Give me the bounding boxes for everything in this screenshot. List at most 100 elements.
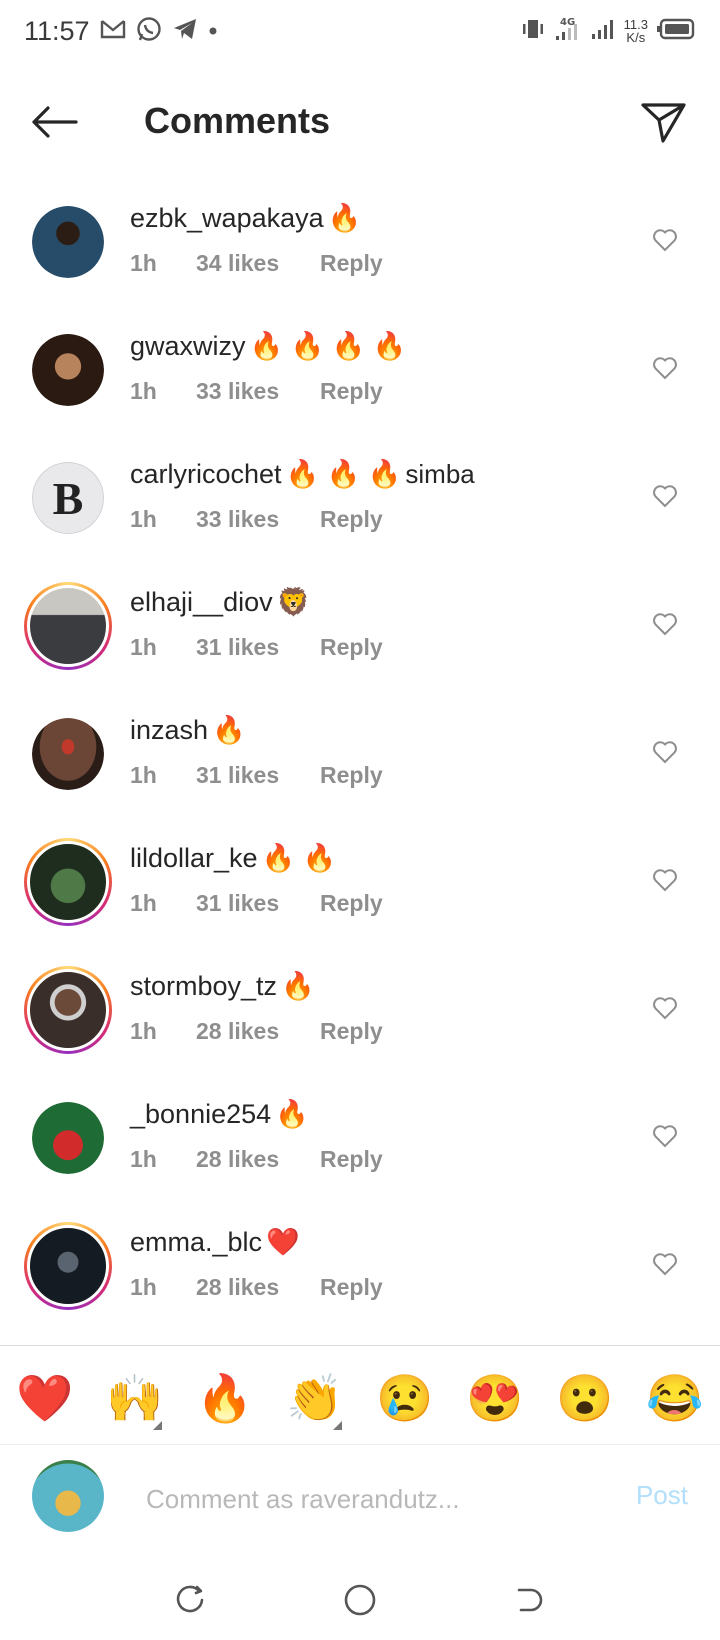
- emoji-fire-button[interactable]: 🔥: [190, 1371, 260, 1426]
- username[interactable]: lildollar_ke: [130, 843, 258, 874]
- avatar-story-ring[interactable]: [24, 966, 112, 1054]
- arrow-left-icon: [32, 106, 78, 138]
- share-button[interactable]: [638, 96, 690, 148]
- reply-button[interactable]: Reply: [320, 378, 383, 405]
- comment-likes[interactable]: 28 likes: [196, 1018, 320, 1045]
- emoji-raised-hands-button[interactable]: 🙌: [100, 1371, 170, 1430]
- comment-emoji: 🔥 🔥: [261, 843, 337, 873]
- username[interactable]: stormboy_tz: [130, 971, 277, 1002]
- comment-line: ezbk_wapakaya 🔥: [130, 202, 383, 234]
- heart-icon[interactable]: [652, 356, 678, 380]
- avatar-image: [27, 841, 109, 923]
- avatar[interactable]: [32, 206, 104, 278]
- comment-meta: 1h 31 likes Reply: [130, 890, 383, 917]
- reply-button[interactable]: Reply: [320, 762, 383, 789]
- reply-button[interactable]: Reply: [320, 1018, 383, 1045]
- emoji-clap-glyph: 👏: [286, 1371, 344, 1424]
- avatar[interactable]: [32, 334, 104, 406]
- system-icons: 4G 11.3 K/s: [520, 16, 696, 45]
- username[interactable]: carlyricochet: [130, 459, 282, 490]
- emoji-clap-button[interactable]: 👏: [280, 1371, 350, 1430]
- emoji-crying-button[interactable]: 😢: [370, 1371, 440, 1426]
- avatar-story-ring[interactable]: [24, 582, 112, 670]
- username[interactable]: elhaji__diov: [130, 587, 273, 618]
- comment-body: gwaxwizy 🔥 🔥 🔥 🔥 1h 33 likes Reply: [130, 330, 411, 405]
- comment-meta: 1h 34 likes Reply: [130, 250, 383, 277]
- username[interactable]: ezbk_wapakaya: [130, 203, 324, 234]
- comment-time: 1h: [130, 378, 157, 404]
- battery-icon: [656, 18, 696, 43]
- username[interactable]: emma._blc: [130, 1227, 262, 1258]
- back-button[interactable]: [28, 102, 80, 142]
- emoji-surprised-button[interactable]: 😮: [550, 1371, 620, 1426]
- heart-icon[interactable]: [652, 868, 678, 892]
- comment-item: emma._blc ❤️ 1h 28 likes Reply: [0, 1204, 720, 1332]
- avatar-image: [32, 1102, 104, 1174]
- post-button[interactable]: Post: [636, 1480, 688, 1511]
- current-user-avatar: [32, 1460, 104, 1532]
- username[interactable]: inzash: [130, 715, 208, 746]
- comment-time: 1h: [130, 250, 157, 276]
- avatar[interactable]: [32, 1102, 104, 1174]
- comment-line: stormboy_tz 🔥: [130, 970, 383, 1002]
- username[interactable]: _bonnie254: [130, 1099, 271, 1130]
- username[interactable]: gwaxwizy: [130, 331, 246, 362]
- heart-icon[interactable]: [652, 996, 678, 1020]
- emoji-heart-eyes-button[interactable]: 😍: [460, 1371, 530, 1426]
- comment-time: 1h: [130, 1146, 157, 1172]
- emoji-laughing-button[interactable]: 😂: [640, 1371, 710, 1426]
- system-nav-bar: [0, 1560, 720, 1640]
- comment-time: 1h: [130, 634, 157, 660]
- heart-icon[interactable]: [652, 228, 678, 252]
- comment-likes[interactable]: 31 likes: [196, 634, 320, 661]
- gmail-icon: [100, 19, 126, 44]
- reply-button[interactable]: Reply: [320, 890, 383, 917]
- avatar[interactable]: B: [32, 462, 104, 534]
- emoji-heart-button[interactable]: ❤️: [10, 1371, 80, 1426]
- avatar-story-ring[interactable]: [24, 1222, 112, 1310]
- heart-icon[interactable]: [652, 1252, 678, 1276]
- comment-emoji: 🦁: [276, 587, 311, 617]
- comment-line: inzash 🔥: [130, 714, 383, 746]
- avatar[interactable]: [32, 718, 104, 790]
- comment-likes[interactable]: 34 likes: [196, 250, 320, 277]
- avatar-image: B: [32, 462, 104, 534]
- heart-icon[interactable]: [652, 1124, 678, 1148]
- comment-likes[interactable]: 33 likes: [196, 378, 320, 405]
- reply-button[interactable]: Reply: [320, 634, 383, 661]
- reply-button[interactable]: Reply: [320, 250, 383, 277]
- reply-button[interactable]: Reply: [320, 506, 383, 533]
- heart-icon[interactable]: [652, 612, 678, 636]
- comment-likes[interactable]: 33 likes: [196, 506, 320, 533]
- comment-likes[interactable]: 31 likes: [196, 762, 320, 789]
- comment-line: _bonnie254 🔥: [130, 1098, 383, 1130]
- home-button[interactable]: [340, 1580, 380, 1620]
- comment-likes[interactable]: 28 likes: [196, 1274, 320, 1301]
- comment-list: ezbk_wapakaya 🔥 1h 34 likes Reply gwaxwizy…: [0, 180, 720, 1332]
- notification-icons: [100, 16, 218, 47]
- back-nav-icon: [517, 1588, 543, 1612]
- comment-line: gwaxwizy 🔥 🔥 🔥 🔥: [130, 330, 411, 362]
- back-nav-button[interactable]: [510, 1580, 550, 1620]
- header: Comments: [0, 84, 720, 158]
- divider: [0, 1345, 720, 1346]
- comment-meta: 1h 28 likes Reply: [130, 1146, 383, 1173]
- comment-input[interactable]: [144, 1478, 588, 1520]
- recent-apps-button[interactable]: [170, 1580, 210, 1620]
- avatar-story-ring[interactable]: [24, 838, 112, 926]
- whatsapp-icon: [136, 16, 162, 47]
- emoji-reaction-bar: ❤️ 🙌 🔥 👏 😢 😍 😮 😂: [0, 1360, 720, 1436]
- comment-item: _bonnie254 🔥 1h 28 likes Reply: [0, 1076, 720, 1204]
- comment-likes[interactable]: 28 likes: [196, 1146, 320, 1173]
- comment-item: gwaxwizy 🔥 🔥 🔥 🔥 1h 33 likes Reply: [0, 308, 720, 436]
- home-circle-icon: [344, 1584, 376, 1616]
- heart-icon[interactable]: [652, 484, 678, 508]
- reply-button[interactable]: Reply: [320, 1274, 383, 1301]
- reply-button[interactable]: Reply: [320, 1146, 383, 1173]
- net-speed-unit: K/s: [626, 29, 646, 45]
- comment-body: inzash 🔥 1h 31 likes Reply: [130, 714, 383, 789]
- comment-line: lildollar_ke 🔥 🔥: [130, 842, 383, 874]
- heart-icon[interactable]: [652, 740, 678, 764]
- comment-likes[interactable]: 31 likes: [196, 890, 320, 917]
- comment-body: elhaji__diov 🦁 1h 31 likes Reply: [130, 586, 383, 661]
